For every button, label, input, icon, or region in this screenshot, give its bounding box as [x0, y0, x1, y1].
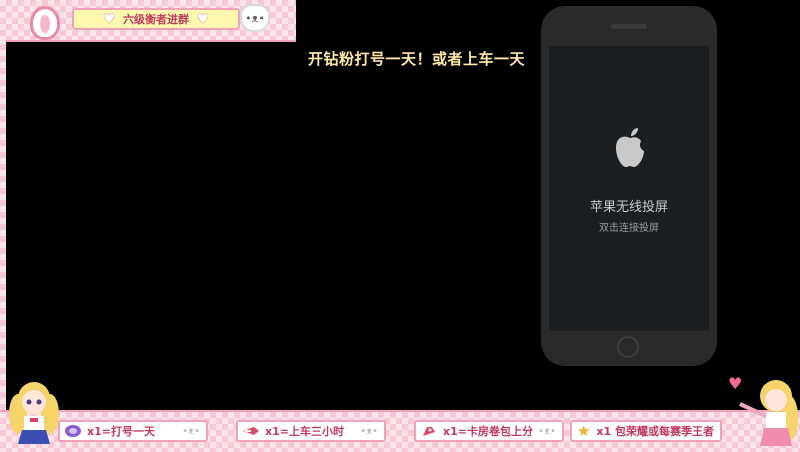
home-button[interactable] [617, 336, 639, 358]
purple-gem-icon [65, 425, 81, 437]
star-wand-icon [577, 425, 590, 437]
rocket-icon [243, 427, 259, 435]
gift-reward-label: x1=上车三小时 [265, 425, 344, 438]
rocket-icon [423, 427, 435, 436]
bunny-ear-logo-icon [30, 6, 60, 40]
cat-mascot-icon: •ᴥ• [240, 4, 270, 32]
heart-icon: ♥ [103, 11, 115, 27]
promo-notice: 开钻粉打号一天！或者上车一天 [308, 50, 526, 68]
cat-mascot-icon: •ᴥ• [360, 425, 378, 437]
phone-speaker [611, 24, 647, 29]
anime-girl-right-icon [739, 380, 798, 446]
gift-reward-banner: x1=上车三小时 •ᴥ• [236, 420, 386, 442]
group-join-banner: ♥ 六级衡者进群 ♥ [72, 8, 240, 30]
gift-reward-banner: x1 包荣耀或每赛季王者 [570, 420, 722, 442]
gift-reward-label: x1=打号一天 [87, 425, 155, 438]
airplay-title: 苹果无线投屏 [589, 200, 668, 215]
gift-reward-label: x1 包荣耀或每赛季王者 [596, 425, 714, 438]
heart-icon: ♥ [197, 11, 209, 27]
airplay-connect-hint[interactable]: 双击连接投屏 [549, 219, 709, 234]
cat-face: •ᴥ• [245, 11, 265, 25]
group-join-label: 六级衡者进群 [123, 13, 189, 26]
gift-reward-banner: x1=打号一天 •ᴥ• [58, 420, 208, 442]
anime-girl-left-icon [9, 382, 59, 444]
phone-screen[interactable]: 苹果无线投屏 双击连接投屏 [549, 46, 709, 331]
phone-mockup: 苹果无线投屏 双击连接投屏 [541, 6, 717, 366]
gift-reward-label: x1=卡房卷包上分 [443, 425, 533, 438]
cat-mascot-icon: •ᴥ• [538, 425, 556, 437]
cat-mascot-icon: •ᴥ• [182, 425, 200, 437]
apple-icon [616, 128, 644, 167]
gift-reward-banner: x1=卡房卷包上分 •ᴥ• [414, 420, 564, 442]
